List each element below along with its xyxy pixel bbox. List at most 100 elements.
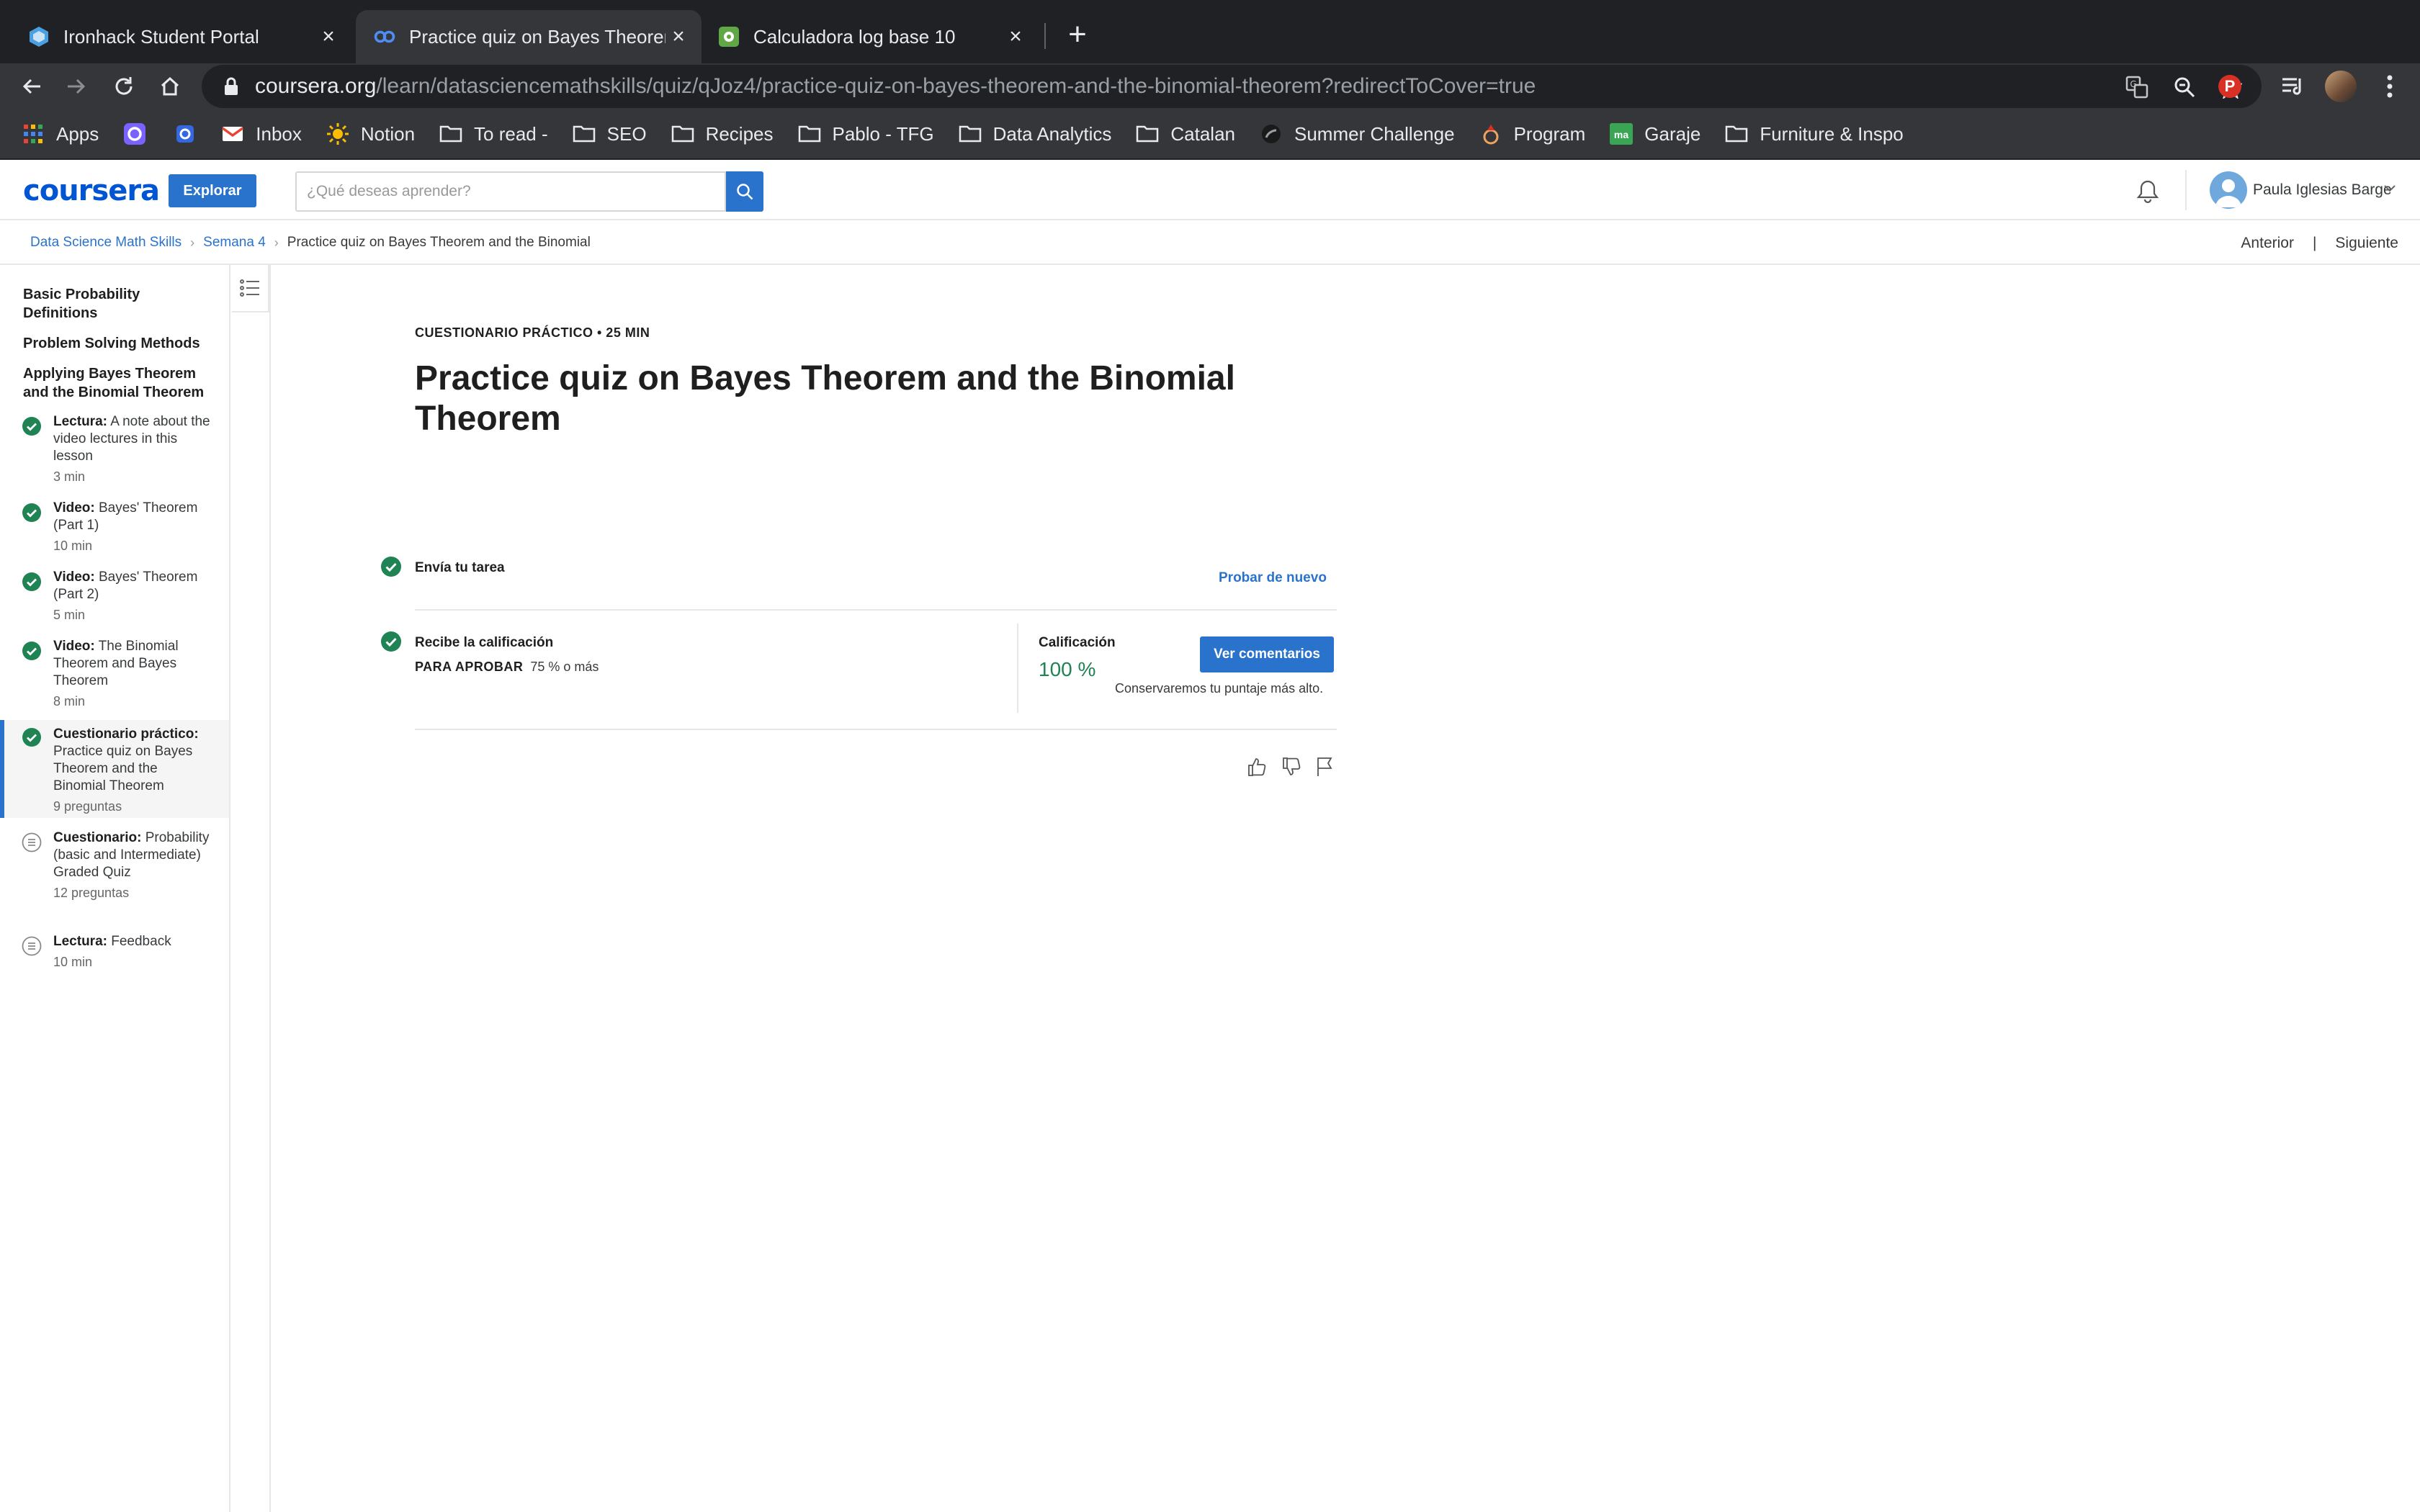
sidebar-item-video-binomial[interactable]: Video: The Binomial Theorem and Bayes Th…	[0, 638, 229, 710]
sidebar-section-bayes[interactable]: Applying Bayes Theorem and the Binomial …	[23, 364, 210, 402]
tab-separator	[1044, 23, 1046, 49]
sidebar-item-video-bayes-1[interactable]: Video: Bayes' Theorem (Part 1) 10 min	[0, 500, 229, 557]
chevron-down-icon[interactable]	[2381, 180, 2398, 197]
back-arrow-icon	[22, 78, 40, 94]
check-circle-icon	[22, 572, 41, 591]
bookmark-apps[interactable]: Apps	[22, 122, 99, 145]
home-button[interactable]	[151, 68, 189, 105]
sidebar-item-practice-quiz[interactable]: Cuestionario práctico: Practice quiz on …	[0, 720, 229, 818]
item-type: Video:	[53, 570, 95, 585]
tab-title: Ironhack Student Portal	[63, 25, 259, 48]
explore-button[interactable]: Explorar	[169, 174, 256, 207]
highest-score-note: Conservaremos tu puntaje más alto.	[1115, 681, 1324, 696]
tab-ironhack[interactable]: Ironhack Student Portal ×	[0, 10, 351, 63]
notifications-bell-icon[interactable]	[2133, 177, 2162, 206]
breadcrumb-course[interactable]: Data Science Math Skills	[30, 235, 182, 251]
more-menu-icon[interactable]	[2374, 71, 2406, 102]
avatar	[2325, 71, 2357, 102]
bookmark-inbox[interactable]: Inbox	[221, 122, 302, 145]
bookmark-label: Recipes	[705, 122, 774, 145]
bookmark-data-analytics[interactable]: Data Analytics	[959, 122, 1111, 145]
header-divider	[2185, 170, 2187, 210]
breadcrumb-week[interactable]: Semana 4	[203, 235, 266, 251]
forward-button[interactable]	[58, 68, 95, 105]
bookmark-pablo-tfg[interactable]: Pablo - TFG	[798, 122, 934, 145]
profile-letter: P	[2218, 75, 2241, 98]
bookmark-label: Catalan	[1170, 122, 1235, 145]
page-title: Practice quiz on Bayes Theorem and the B…	[415, 359, 1235, 438]
app-icon-2	[174, 122, 197, 145]
reload-button[interactable]	[105, 68, 143, 105]
tab-title: Calculadora log base 10	[753, 25, 956, 48]
bookmark-garaje[interactable]: ma Garaje	[1610, 122, 1700, 145]
sidebar-item-video-bayes-2[interactable]: Video: Bayes' Theorem (Part 2) 5 min	[0, 569, 229, 626]
item-meta: 9 preguntas	[53, 799, 122, 814]
sidebar-item-graded-quiz[interactable]: Cuestionario: Probability (basic and Int…	[0, 829, 229, 916]
bookmark-summer-challenge[interactable]: Summer Challenge	[1260, 122, 1455, 145]
view-feedback-button[interactable]: Ver comentarios	[1200, 636, 1334, 672]
item-meta: 5 min	[53, 608, 86, 622]
url-path: /learn/datasciencemathskills/quiz/qJoz4/…	[376, 74, 1536, 98]
back-button[interactable]	[13, 68, 50, 105]
try-again-link[interactable]: Probar de nuevo	[1219, 570, 1327, 586]
address-bar[interactable]: coursera.org/learn/datasciencemathskills…	[202, 65, 2262, 108]
bookmark-label: To read -	[474, 122, 548, 145]
bookmark-recipes[interactable]: Recipes	[671, 122, 774, 145]
flag-icon[interactable]	[1312, 755, 1337, 779]
grade-divider	[1017, 624, 1018, 713]
user-profile-photo[interactable]	[2325, 71, 2357, 102]
sidebar-section-basic-probability[interactable]: Basic Probability Definitions	[23, 285, 210, 323]
summer-challenge-icon	[1260, 122, 1283, 145]
check-circle-icon	[22, 503, 41, 522]
list-icon	[240, 279, 259, 297]
folder-icon	[1136, 122, 1159, 145]
bookmark-app-2[interactable]	[174, 122, 208, 145]
sidebar-item-text: Video: Bayes' Theorem (Part 2) 5 min	[53, 569, 213, 624]
sidebar-section-problem-solving[interactable]: Problem Solving Methods	[23, 334, 210, 353]
previous-link[interactable]: Anterior	[2241, 235, 2294, 252]
forward-arrow-icon	[68, 78, 86, 94]
bookmark-to-read[interactable]: To read -	[439, 122, 548, 145]
sidebar-item-text: Lectura: A note about the video lectures…	[53, 413, 213, 485]
garaje-icon: ma	[1610, 122, 1634, 145]
new-tab-button[interactable]: +	[1060, 19, 1095, 53]
collapse-sidebar-button[interactable]	[232, 265, 269, 312]
zoom-icon[interactable]	[2172, 75, 2197, 99]
folder-icon	[798, 122, 821, 145]
sidebar-item-lectura-note[interactable]: Lectura: A note about the video lectures…	[0, 413, 229, 485]
site-header: coursera Explorar ¿Qué deseas aprender? …	[0, 160, 2420, 220]
item-type: Cuestionario práctico:	[53, 726, 199, 742]
bookmark-notion[interactable]: Notion	[326, 122, 415, 145]
tab-coursera-quiz[interactable]: Practice quiz on Bayes Theorem and the B…	[356, 10, 702, 63]
item-kicker: CUESTIONARIO PRÁCTICO • 25 MIN	[415, 325, 650, 340]
next-link[interactable]: Siguiente	[2335, 235, 2398, 252]
item-type: Video:	[53, 639, 95, 654]
media-control-icon[interactable]	[2277, 71, 2309, 102]
tab-calculadora[interactable]: Calculadora log base 10 ×	[706, 10, 1039, 63]
bookmark-furniture-inspo[interactable]: Furniture & Inspo	[1725, 122, 1904, 145]
nav-divider: |	[2312, 235, 2317, 251]
thumbs-down-icon[interactable]	[1279, 755, 1304, 779]
coursera-logo[interactable]: coursera	[23, 174, 160, 207]
gmail-icon	[221, 122, 244, 145]
thumbs-up-icon[interactable]	[1245, 755, 1269, 779]
folder-icon	[1725, 122, 1748, 145]
translate-icon[interactable]: G	[2125, 75, 2149, 99]
sidebar-item-feedback[interactable]: Lectura: Feedback 10 min	[0, 933, 229, 976]
search-input[interactable]: ¿Qué deseas aprender?	[295, 171, 726, 212]
close-icon[interactable]: ×	[666, 24, 691, 50]
reading-pending-icon	[22, 936, 42, 956]
close-icon[interactable]: ×	[1003, 24, 1028, 50]
extension-profile-p[interactable]: P	[2214, 71, 2246, 102]
bookmark-app-1[interactable]	[123, 122, 158, 145]
ironhack-icon	[27, 25, 50, 48]
bookmark-seo[interactable]: SEO	[573, 122, 647, 145]
bookmark-catalan[interactable]: Catalan	[1136, 122, 1235, 145]
user-name[interactable]: Paula Iglesias Barge	[2253, 181, 2392, 199]
search-button[interactable]	[726, 171, 763, 212]
bookmark-label: Apps	[56, 122, 99, 145]
bookmark-label: Pablo - TFG	[832, 122, 934, 145]
close-icon[interactable]: ×	[315, 24, 341, 50]
user-avatar[interactable]	[2210, 171, 2247, 209]
bookmark-program[interactable]: Program	[1479, 122, 1585, 145]
